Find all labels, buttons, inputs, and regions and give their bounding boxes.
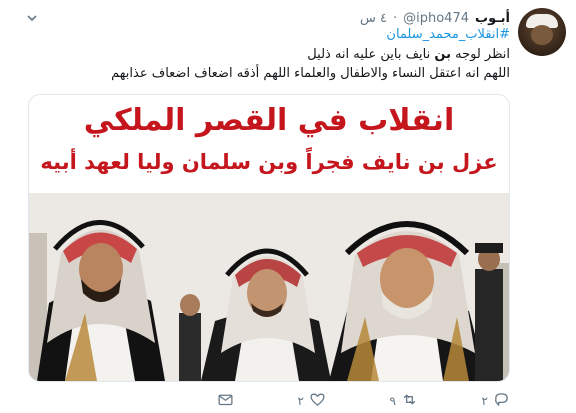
tweet-text: انظر لوجه بن نايف باين عليه انه ذليل الل… xyxy=(40,45,510,83)
photo-royal-figures xyxy=(29,193,509,381)
avatar[interactable] xyxy=(518,8,566,56)
tweet-text-line-1-end: نايف باين عليه انه ذليل xyxy=(307,47,435,62)
reply-icon[interactable] xyxy=(493,391,510,411)
like-icon[interactable] xyxy=(309,391,326,411)
message-icon[interactable] xyxy=(217,391,234,411)
reply-count: ٢ xyxy=(481,394,488,408)
media-card[interactable]: انقلاب في القصر الملكي عزل بن نايف فجراً… xyxy=(28,94,510,382)
retweet-icon[interactable] xyxy=(401,391,418,411)
tweet-text-bold-word: بن xyxy=(434,47,451,62)
display-name[interactable]: أبـوب xyxy=(475,11,510,26)
message-action[interactable] xyxy=(142,391,234,411)
tweet-text-line-1: انظر لوجه بن نايف باين عليه انه ذليل xyxy=(40,45,510,64)
hashtag-link[interactable]: #انقلاب_محمد_سلمان xyxy=(386,27,510,42)
tweet-text-line-1-start: انظر لوجه xyxy=(450,47,510,62)
figure-right xyxy=(329,221,487,381)
like-action[interactable]: ٢ xyxy=(234,391,326,411)
media-title: انقلاب في القصر الملكي xyxy=(83,103,455,138)
retweet-action[interactable]: ٩ xyxy=(326,391,418,411)
tweet: أبـوب @ipho474 · ٤ س #انقلاب_محمد_سلمان … xyxy=(0,0,576,413)
chevron-down-icon[interactable] xyxy=(26,12,38,27)
tweet-actions: ٢ ٩ ٢ xyxy=(30,391,510,411)
retweet-count: ٩ xyxy=(389,394,396,408)
avatar-face xyxy=(531,25,553,45)
user-handle[interactable]: @ipho474 xyxy=(403,11,469,26)
tweet-header: أبـوب @ipho474 · ٤ س xyxy=(20,10,510,26)
tweet-time[interactable]: ٤ س xyxy=(360,11,387,26)
media-subtitle: عزل بن نايف فجراً وبن سلمان وليا لعهد أب… xyxy=(40,150,498,174)
like-count: ٢ xyxy=(297,394,304,408)
header-separator: · xyxy=(392,10,398,26)
tweet-text-line-2: اللهم انه اعتقل النساء والاطفال والعلماء… xyxy=(111,66,510,81)
reply-action[interactable]: ٢ xyxy=(418,391,510,411)
